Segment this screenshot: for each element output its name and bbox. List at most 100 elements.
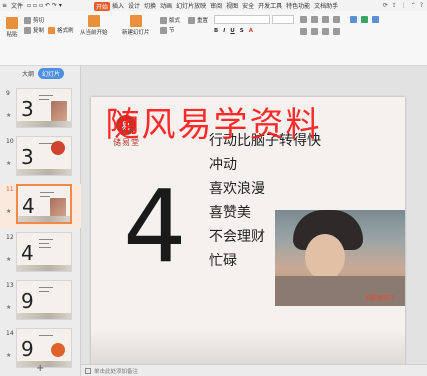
thumb-number: 4 (21, 241, 34, 265)
new-slide-label: 新建幻灯片 (122, 30, 150, 36)
cut-label: 剪切 (33, 18, 45, 24)
tab-transition[interactable]: 切换 (142, 0, 158, 11)
paste-icon (6, 17, 18, 29)
thumb-footer (17, 265, 71, 271)
thumb-text (39, 335, 53, 336)
menu-left: ≡ 文件 ▫ ▫ ▫ ↶ ↷ ▾ (0, 0, 64, 11)
file-menu[interactable]: 文件 (9, 0, 25, 11)
thumb-footer (17, 169, 71, 175)
outdent-icon[interactable] (333, 16, 340, 23)
more-icon[interactable]: ⋮ (401, 2, 407, 9)
reset-icon (188, 16, 195, 24)
paste-button[interactable]: 粘贴 (6, 17, 18, 38)
tab-design[interactable]: 设计 (126, 0, 142, 11)
portrait-photo[interactable]: 如影随形王 (275, 210, 405, 306)
italic-button[interactable]: I (223, 28, 225, 34)
thumb-number: 3 (21, 145, 34, 169)
text-line: 冲动 (209, 157, 237, 173)
copy-button[interactable]: 复制 (24, 26, 44, 34)
ribbon: 粘贴 剪切 复制 格式刷 从当前开始 新建幻灯片 版式 节 重置 B I U S… (0, 11, 427, 66)
photo-face (305, 234, 345, 280)
layout-button[interactable]: 版式 (160, 16, 180, 24)
arrange-icon[interactable] (372, 16, 379, 23)
section-label: 节 (169, 28, 175, 34)
thumb-text (40, 196, 50, 197)
animation-star-icon: ★ (6, 352, 12, 359)
justify-icon[interactable] (333, 28, 340, 35)
big-number[interactable]: 4 (123, 177, 187, 277)
tab-developer[interactable]: 开发工具 (256, 0, 284, 11)
ribbon-tabs: 开始 插入 设计 切换 动画 幻灯片放映 审阅 视图 安全 开发工具 特色功能 … (94, 0, 340, 11)
tab-features[interactable]: 特色功能 (284, 0, 312, 11)
notes-area[interactable]: 单击此处添加备注 (85, 367, 138, 375)
bold-button[interactable]: B (214, 28, 218, 34)
thumb-text (39, 291, 49, 292)
collapse-icon[interactable]: ⌃ (411, 2, 416, 9)
indent-icon[interactable] (322, 16, 329, 23)
section-button[interactable]: 节 (160, 26, 175, 34)
thumb-number: 4 (22, 194, 35, 218)
reset-label: 重置 (197, 18, 209, 24)
align-buttons (300, 28, 340, 35)
textbox-icon[interactable] (350, 16, 357, 23)
thumb-preview: 4 (16, 184, 72, 224)
format-painter-button[interactable]: 格式刷 (48, 26, 74, 34)
share-icon[interactable]: ⇪ (392, 2, 397, 9)
font-family-select[interactable] (214, 15, 270, 24)
watermark-text: 随风易学资料 (105, 105, 322, 145)
thumb-number: 9 (21, 337, 34, 361)
bullet-list-icon[interactable] (300, 16, 307, 23)
tab-animation[interactable]: 动画 (158, 0, 174, 11)
photo-caption: 如影随形王 (364, 295, 395, 302)
tab-insert[interactable]: 插入 (110, 0, 126, 11)
thumb-text (39, 247, 51, 248)
underline-button[interactable]: U (230, 28, 234, 34)
number-list-icon[interactable] (311, 16, 318, 23)
tab-doc-assistant[interactable]: 文档助手 (312, 0, 340, 11)
copy-icon (24, 26, 31, 34)
slide-number: 9 (6, 90, 10, 97)
new-slide-button[interactable]: 新建幻灯片 (122, 15, 150, 36)
drawing-buttons (350, 16, 379, 23)
tab-review[interactable]: 审阅 (208, 0, 224, 11)
align-right-icon[interactable] (322, 28, 329, 35)
section-icon (160, 26, 167, 34)
menu-icon[interactable]: ≡ (0, 0, 9, 11)
strike-button[interactable]: S (240, 28, 244, 34)
start-from-current-button[interactable]: 从当前开始 (80, 15, 108, 36)
tab-security[interactable]: 安全 (240, 0, 256, 11)
help-icon[interactable]: ? (420, 2, 423, 9)
slide-number: 14 (6, 330, 14, 337)
reset-button[interactable]: 重置 (188, 16, 208, 24)
align-center-icon[interactable] (311, 28, 318, 35)
align-left-icon[interactable] (300, 28, 307, 35)
tab-outline[interactable]: 大纲 (22, 69, 34, 78)
animation-star-icon: ★ (6, 160, 12, 167)
slide-number: 11 (6, 186, 14, 193)
add-slide-button[interactable]: + (36, 363, 44, 374)
font-color-button[interactable]: A (249, 28, 253, 34)
slide-thumbnail[interactable]: 12 ★ 4 (0, 232, 81, 276)
format-painter-label: 格式刷 (57, 28, 74, 34)
menu-right: ⟳ ⇪ ⋮ ⌃ ? (383, 0, 423, 11)
layout-icon (160, 16, 167, 24)
thumb-image (50, 198, 66, 218)
tab-slideshow[interactable]: 幻灯片放映 (174, 0, 208, 11)
animation-star-icon: ★ (6, 256, 12, 263)
quick-access-icons[interactable]: ▫ ▫ ▫ ↶ ↷ ▾ (25, 0, 64, 11)
thumb-preview: 9 (16, 280, 72, 320)
slide-thumbnail-selected[interactable]: 11 ★ 4 (0, 184, 81, 228)
font-size-select[interactable] (272, 15, 294, 24)
shape-icon[interactable] (361, 16, 368, 23)
animation-star-icon: ★ (6, 208, 12, 215)
sync-icon[interactable]: ⟳ (383, 2, 388, 9)
cut-button[interactable]: 剪切 (24, 16, 44, 24)
thumb-footer (17, 313, 71, 319)
text-line: 喜欢浪漫 (209, 181, 265, 197)
tab-view[interactable]: 视图 (224, 0, 240, 11)
panel-tabs: 大纲 幻灯片 (0, 66, 81, 80)
notes-placeholder: 单击此处添加备注 (94, 369, 139, 375)
tab-home[interactable]: 开始 (94, 1, 111, 11)
tab-slides[interactable]: 幻灯片 (38, 67, 65, 79)
slide-thumbnail[interactable]: 13 ★ 9 (0, 280, 81, 324)
